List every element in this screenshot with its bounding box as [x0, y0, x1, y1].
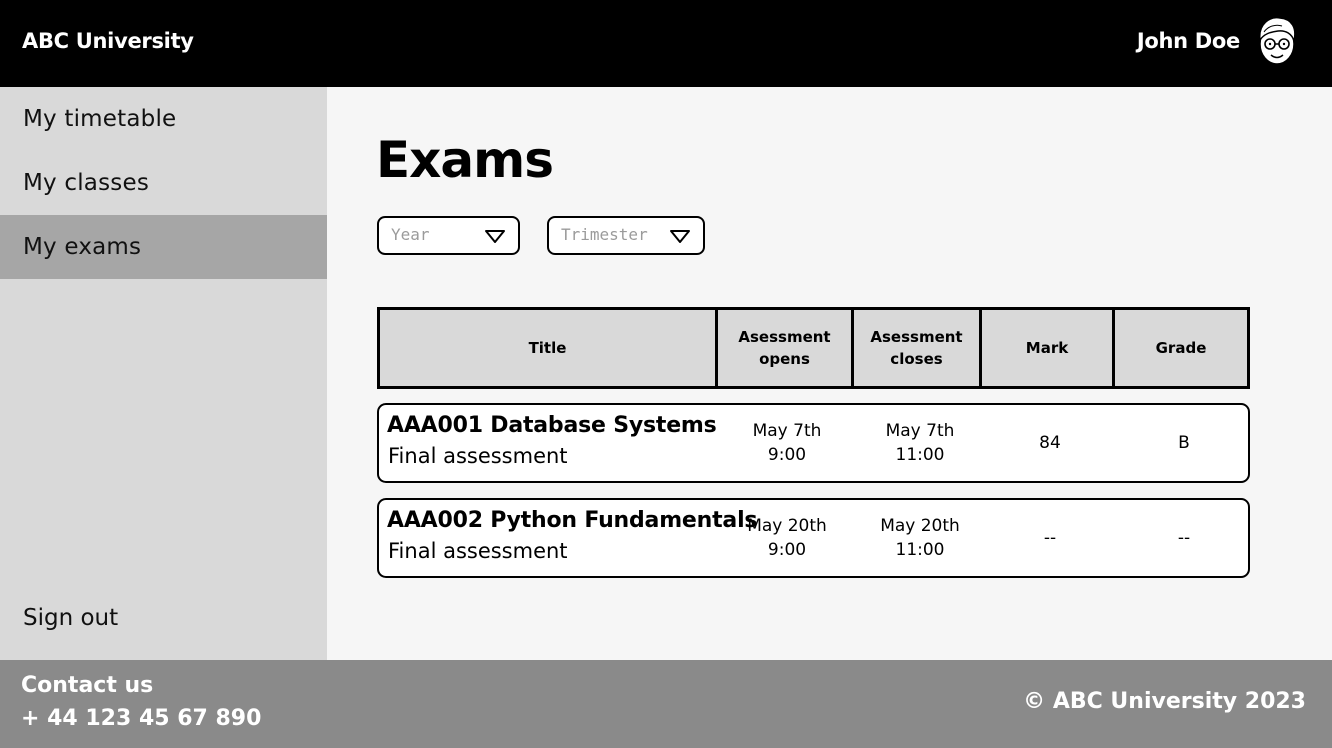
opens-date: May 20th: [747, 516, 827, 536]
contact-us-label[interactable]: Contact us: [21, 673, 153, 698]
copyright-notice: © ABC University 2023: [1023, 689, 1306, 714]
course-title: AAA001 Database Systems: [387, 413, 717, 438]
column-header-mark[interactable]: Mark: [982, 310, 1115, 386]
trimester-select-placeholder: Trimester: [561, 225, 648, 244]
trimester-select[interactable]: Trimester: [547, 216, 705, 255]
sidebar: My timetable My classes My exams Sign ou…: [0, 87, 327, 660]
sidebar-item-exams[interactable]: My exams: [0, 215, 327, 279]
assessment-name: Final assessment: [388, 539, 568, 563]
closes-date: May 7th: [885, 421, 955, 441]
mark-cell: 84: [1039, 433, 1061, 453]
mark-cell: --: [1043, 528, 1057, 548]
closes-date: May 20th: [880, 516, 960, 536]
column-header-closes-line1: Asessment: [870, 328, 963, 346]
assessment-name: Final assessment: [388, 444, 568, 468]
contact-phone[interactable]: + 44 123 45 67 890: [21, 706, 261, 731]
column-header-closes-line2: closes: [890, 350, 943, 368]
column-header-closes[interactable]: Asessment closes: [854, 310, 982, 386]
grade-cell: B: [1178, 433, 1190, 453]
sidebar-item-classes[interactable]: My classes: [0, 151, 327, 215]
sign-out-link[interactable]: Sign out: [23, 605, 118, 631]
sidebar-item-timetable[interactable]: My timetable: [0, 87, 327, 151]
assessment-closes-cell: May 7th 11:00: [855, 405, 985, 481]
column-header-title[interactable]: Title: [380, 310, 718, 386]
assessment-opens-cell: May 7th 9:00: [717, 405, 857, 481]
user-avatar-icon[interactable]: [1252, 14, 1302, 70]
grade-cell: --: [1177, 528, 1191, 548]
opens-time: 9:00: [767, 540, 807, 560]
closes-time: 11:00: [895, 540, 945, 560]
column-header-opens-line1: Asessment: [738, 328, 831, 346]
assessment-closes-cell: May 20th 11:00: [855, 500, 985, 576]
user-name[interactable]: John Doe: [1137, 29, 1240, 53]
opens-date: May 7th: [752, 421, 822, 441]
course-title: AAA002 Python Fundamentals: [387, 508, 758, 533]
brand-name[interactable]: ABC University: [22, 29, 194, 53]
page-title: Exams: [376, 131, 554, 189]
chevron-down-icon: [485, 230, 505, 243]
chevron-down-icon: [670, 230, 690, 243]
top-bar: ABC University John Doe: [0, 0, 1332, 87]
table-row[interactable]: AAA001 Database Systems Final assessment…: [377, 403, 1250, 483]
closes-time: 11:00: [895, 445, 945, 465]
column-header-grade[interactable]: Grade: [1115, 310, 1247, 386]
year-select-placeholder: Year: [391, 225, 430, 244]
main-content: Exams Year Trimester Title Asessment ope…: [327, 87, 1332, 660]
opens-time: 9:00: [767, 445, 807, 465]
table-row[interactable]: AAA002 Python Fundamentals Final assessm…: [377, 498, 1250, 578]
exams-table-header: Title Asessment opens Asessment closes M…: [377, 307, 1250, 389]
footer: Contact us + 44 123 45 67 890 © ABC Univ…: [0, 660, 1332, 748]
column-header-opens-line2: opens: [759, 350, 810, 368]
year-select[interactable]: Year: [377, 216, 520, 255]
assessment-opens-cell: May 20th 9:00: [717, 500, 857, 576]
column-header-opens[interactable]: Asessment opens: [718, 310, 854, 386]
